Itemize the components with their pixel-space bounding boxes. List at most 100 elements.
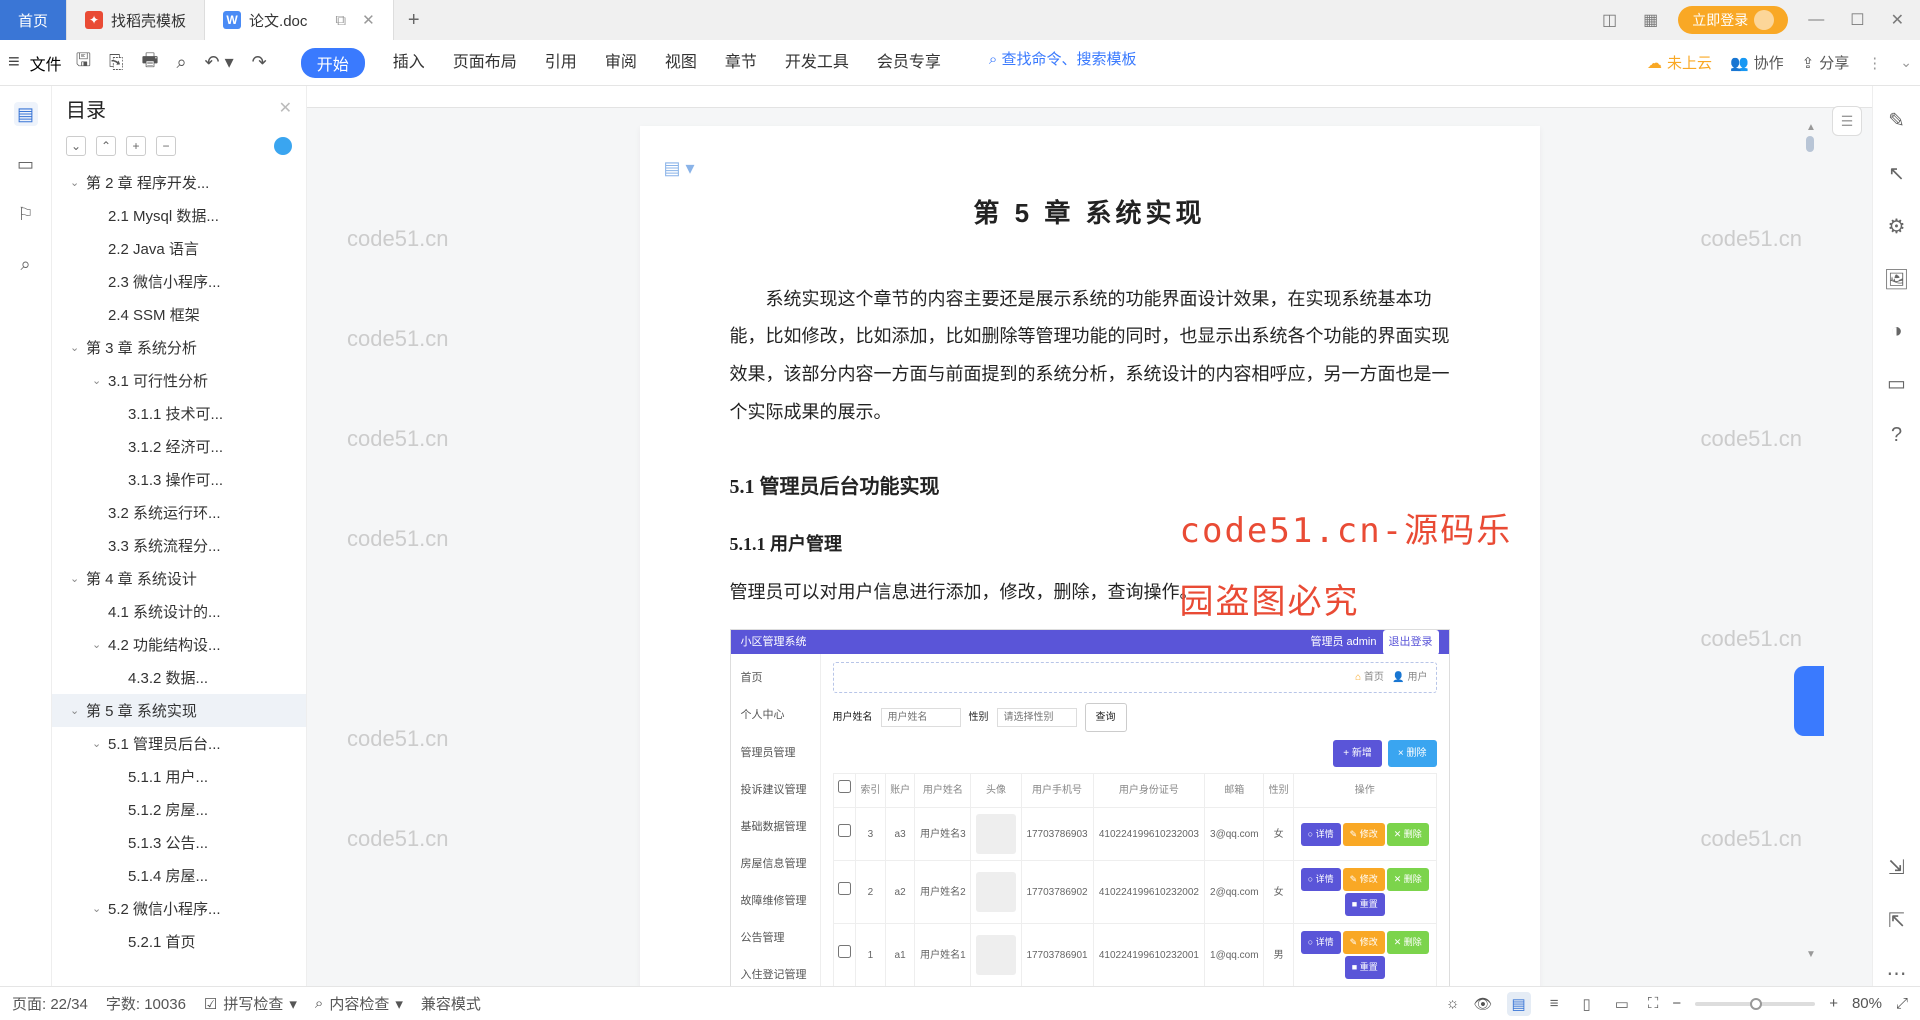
ribbon-tab-chapter[interactable]: 章节: [725, 48, 757, 78]
add-node-icon[interactable]: +: [126, 136, 146, 156]
menu-icon[interactable]: ≡: [8, 51, 20, 74]
save-icon[interactable]: 🖫: [72, 48, 95, 78]
undo-icon[interactable]: ↶ ▾: [201, 52, 238, 73]
feedback-tab[interactable]: [1794, 666, 1824, 736]
more-icon[interactable]: ⋮: [1867, 54, 1882, 72]
expand-all-icon[interactable]: ⌃: [96, 136, 116, 156]
outline-node[interactable]: 5.1.3 公告...: [52, 826, 306, 859]
ribbon-tab-start[interactable]: 开始: [301, 48, 365, 78]
search-icon[interactable]: ⌕: [172, 52, 190, 73]
add-tab-button[interactable]: +: [394, 9, 434, 32]
ribbon-tab-review[interactable]: 审阅: [605, 48, 637, 78]
view-page-icon[interactable]: ▤: [1507, 992, 1531, 1016]
maximize-icon[interactable]: ☐: [1844, 10, 1870, 30]
collapse-tool-icon[interactable]: ⇲: [1888, 855, 1905, 880]
document-canvas[interactable]: code51.cn code51.cn code51.cn code51.cn …: [307, 86, 1872, 986]
file-menu[interactable]: 文件: [30, 51, 62, 75]
outline-node[interactable]: 2.2 Java 语言: [52, 232, 306, 265]
pen-tool-icon[interactable]: ✎: [1888, 108, 1905, 133]
page-indicator[interactable]: 页面: 22/34: [12, 993, 88, 1014]
print-icon[interactable]: ⎘: [105, 52, 127, 73]
outline-node[interactable]: ⌄5.2 微信小程序...: [52, 892, 306, 925]
outline-node[interactable]: 3.1.3 操作可...: [52, 463, 306, 496]
view-web-icon[interactable]: ▯: [1577, 992, 1595, 1016]
cloud-status[interactable]: ☁ 未上云: [1647, 52, 1712, 73]
outline-node[interactable]: 3.3 系统流程分...: [52, 529, 306, 562]
outline-node[interactable]: 5.1.1 用户...: [52, 760, 306, 793]
outline-node[interactable]: 2.4 SSM 框架: [52, 298, 306, 331]
panel-close-icon[interactable]: ✕: [279, 98, 292, 118]
help-icon[interactable]: ?: [1891, 424, 1902, 447]
popout-icon[interactable]: ⧉: [335, 12, 346, 29]
document-page[interactable]: ▤ ▾ 第 5 章 系统实现 系统实现这个章节的内容主要还是展示系统的功能界面设…: [640, 126, 1540, 986]
bookmark-rail-icon[interactable]: ⚐: [14, 202, 38, 226]
night-mode-icon[interactable]: ☼: [1446, 995, 1460, 1012]
outline-node[interactable]: ⌄3.1 可行性分析: [52, 364, 306, 397]
ruler[interactable]: [307, 86, 1872, 108]
chevron-down-icon[interactable]: ⌄: [70, 704, 82, 717]
outline-node[interactable]: ⌄第 4 章 系统设计: [52, 562, 306, 595]
chevron-down-icon[interactable]: ⌄: [92, 374, 104, 387]
chevron-down-icon[interactable]: ⌄: [70, 176, 82, 189]
ai-helper-icon[interactable]: ☰: [1832, 106, 1862, 136]
chevron-down-icon[interactable]: ⌄: [92, 638, 104, 651]
minimize-icon[interactable]: —: [1802, 11, 1830, 29]
ribbon-search[interactable]: ⌕ 查找命令、搜索模板: [989, 48, 1137, 78]
zoom-out-icon[interactable]: −: [1672, 995, 1681, 1012]
ribbon-tab-vip[interactable]: 会员专享: [877, 48, 941, 78]
vertical-scrollbar[interactable]: ▲ ▼: [1804, 136, 1816, 946]
settings-icon[interactable]: ⚙: [1888, 214, 1906, 239]
scroll-up-icon[interactable]: ▲: [1806, 122, 1816, 133]
select-tool-icon[interactable]: ↖: [1888, 161, 1905, 186]
login-button[interactable]: 立即登录: [1678, 6, 1788, 34]
fullscreen-icon[interactable]: ⤢: [1896, 995, 1908, 1012]
tab-document[interactable]: W 论文.doc ⧉ ✕: [205, 0, 394, 40]
content-check-button[interactable]: ⌕ 内容检查 ▾: [315, 993, 403, 1014]
outline-node[interactable]: 2.3 微信小程序...: [52, 265, 306, 298]
view-read-icon[interactable]: ▭: [1610, 992, 1634, 1016]
remove-node-icon[interactable]: −: [156, 136, 176, 156]
spellcheck-button[interactable]: ☑ 拼写检查 ▾: [204, 993, 297, 1014]
outline-node[interactable]: ⌄5.1 管理员后台...: [52, 727, 306, 760]
expand-tool-icon[interactable]: ⇱: [1888, 908, 1905, 933]
compat-mode[interactable]: 兼容模式: [421, 993, 481, 1014]
outline-node[interactable]: 5.1.2 房屋...: [52, 793, 306, 826]
ribbon-tab-insert[interactable]: 插入: [393, 48, 425, 78]
fit-icon[interactable]: ⛶: [1648, 995, 1659, 1012]
eye-icon[interactable]: 👁: [1473, 995, 1492, 1013]
zoom-in-icon[interactable]: +: [1829, 995, 1838, 1012]
chevron-down-icon[interactable]: ⌄: [70, 341, 82, 354]
zoom-level[interactable]: 80%: [1852, 995, 1882, 1012]
outline-node[interactable]: 3.1.1 技术可...: [52, 397, 306, 430]
ribbon-tab-view[interactable]: 视图: [665, 48, 697, 78]
print-preview-icon[interactable]: 🖶: [137, 48, 162, 78]
outline-node[interactable]: 5.1.4 房屋...: [52, 859, 306, 892]
word-count[interactable]: 字数: 10036: [106, 993, 186, 1014]
outline-node[interactable]: 3.1.2 经济可...: [52, 430, 306, 463]
outline-node[interactable]: 4.3.2 数据...: [52, 661, 306, 694]
outline-tree[interactable]: ⌄第 2 章 程序开发...2.1 Mysql 数据...2.2 Java 语言…: [52, 162, 306, 986]
outline-node[interactable]: ⌄第 3 章 系统分析: [52, 331, 306, 364]
outline-node[interactable]: ⌄第 5 章 系统实现: [52, 694, 306, 727]
panel-split-icon[interactable]: ◫: [1596, 10, 1623, 30]
close-icon[interactable]: ✕: [362, 11, 375, 29]
chevron-down-icon[interactable]: ⌄: [92, 737, 104, 750]
window-close-icon[interactable]: ✕: [1885, 10, 1910, 30]
share-button[interactable]: ⇪ 分享: [1802, 52, 1850, 73]
chevron-down-icon[interactable]: ⌄: [92, 902, 104, 915]
shape-tool-icon[interactable]: ◑: [1890, 320, 1902, 343]
outline-node[interactable]: 2.1 Mysql 数据...: [52, 199, 306, 232]
collab-button[interactable]: 👥 协作: [1730, 52, 1784, 73]
collapse-ribbon-icon[interactable]: ⌄: [1900, 54, 1912, 71]
ribbon-tab-ref[interactable]: 引用: [545, 48, 577, 78]
scroll-thumb[interactable]: [1806, 136, 1814, 152]
redo-icon[interactable]: ↷: [248, 52, 271, 73]
outline-node[interactable]: 3.2 系统运行环...: [52, 496, 306, 529]
collapse-all-icon[interactable]: ⌄: [66, 136, 86, 156]
chevron-down-icon[interactable]: ⌄: [70, 572, 82, 585]
apps-icon[interactable]: ▦: [1637, 10, 1664, 30]
reader-icon[interactable]: ▭: [1887, 371, 1906, 396]
zoom-slider[interactable]: [1695, 1002, 1815, 1006]
tab-templates[interactable]: ✦ 找稻壳模板: [67, 0, 205, 40]
outline-rail-icon[interactable]: ▤: [14, 102, 38, 126]
